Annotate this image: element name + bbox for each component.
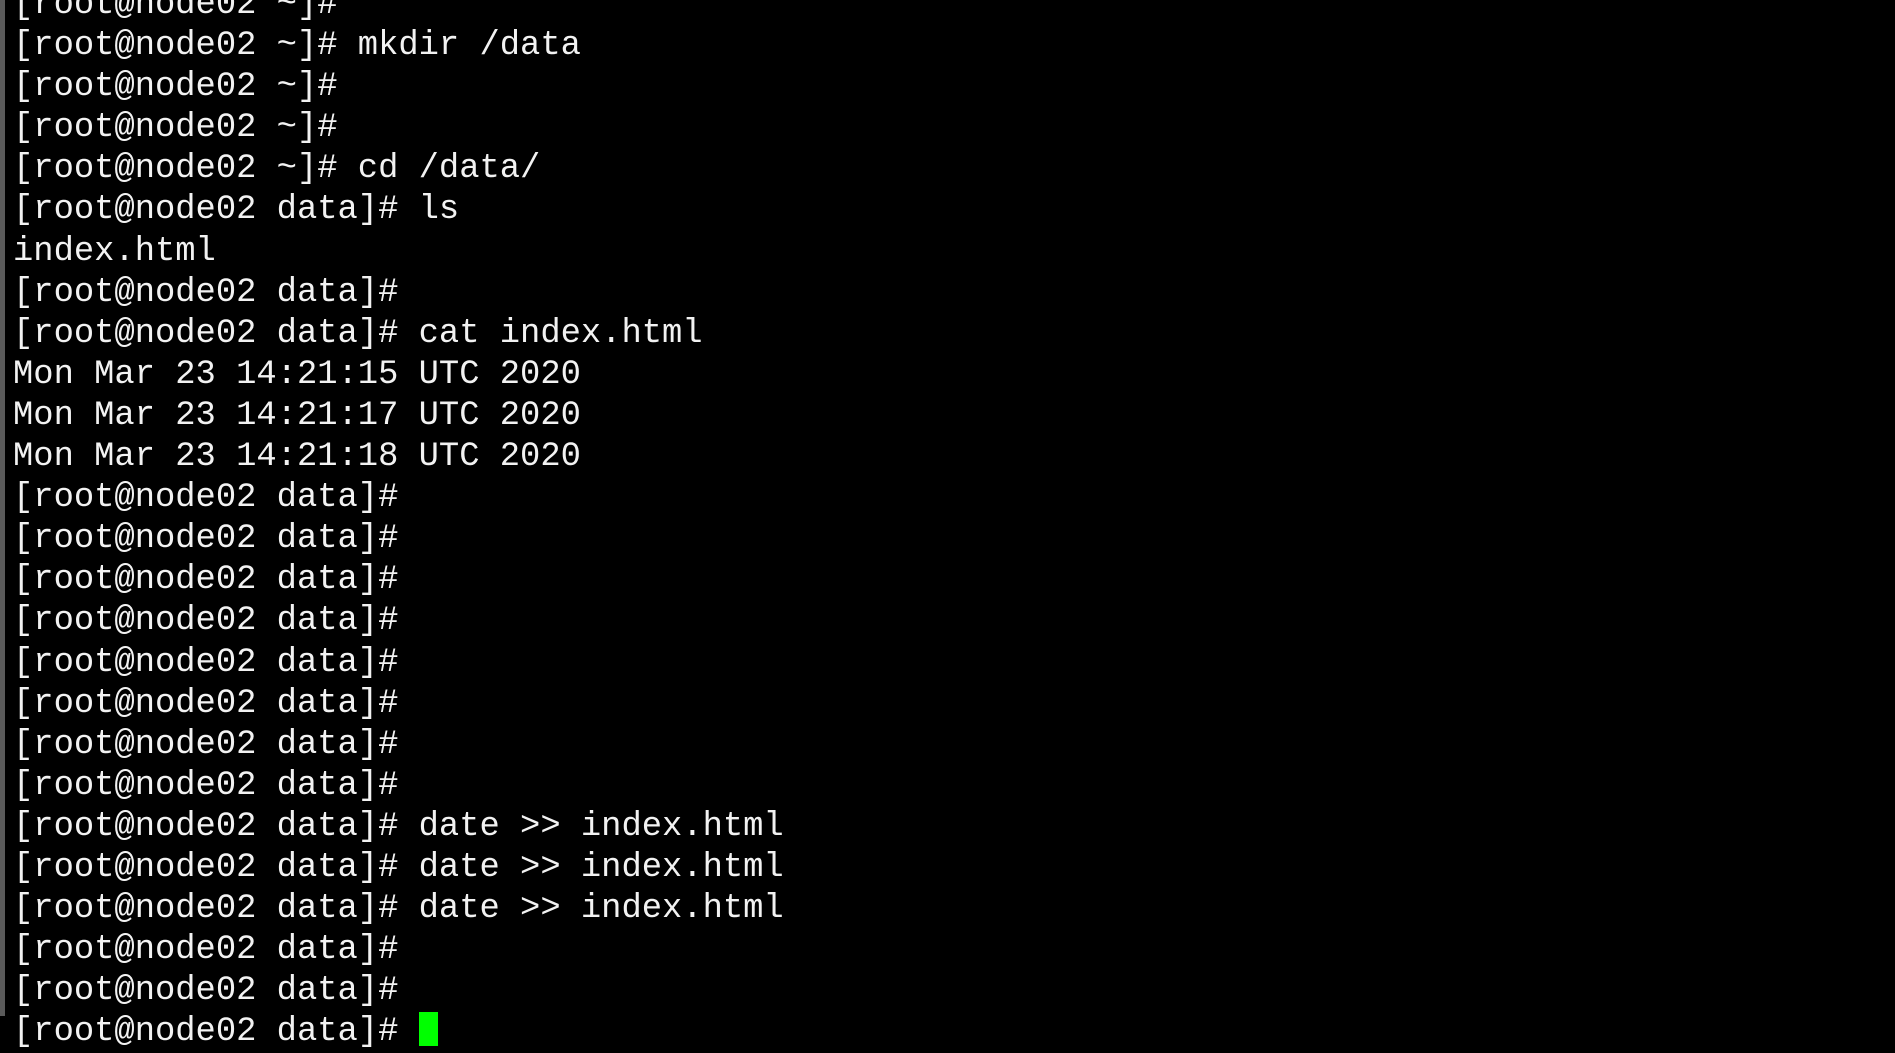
terminal-line: [root@node02 data]# (13, 725, 1895, 766)
terminal-line-text: [root@node02 data]# (13, 561, 399, 600)
terminal-line-text: [root@node02 ~]# cd /data/ (13, 150, 541, 189)
terminal-line: [root@node02 ~]# mkdir /data (13, 26, 1895, 67)
terminal-line-text: [root@node02 ~]# (13, 109, 338, 148)
terminal-line: [root@node02 data]# (13, 643, 1895, 684)
terminal-line-text: [root@node02 data]# (13, 972, 399, 1011)
terminal-line-text: [root@node02 data]# (13, 1013, 419, 1052)
terminal-line: [root@node02 data]# (13, 560, 1895, 601)
terminal-line: [root@node02 data]# (13, 601, 1895, 642)
terminal-line-text: index.html (13, 232, 216, 271)
terminal-line-text: [root@node02 data]# (13, 273, 399, 312)
terminal-line: [root@node02 data]# date >> index.html (13, 807, 1895, 848)
terminal-line: [root@node02 data]# (13, 766, 1895, 807)
terminal-line-text: Mon Mar 23 14:21:17 UTC 2020 (13, 396, 581, 435)
terminal-line-text: [root@node02 data]# ls (13, 191, 460, 230)
terminal-line: [root@node02 ~]# (13, 108, 1895, 149)
terminal-line: Mon Mar 23 14:21:17 UTC 2020 (13, 396, 1895, 437)
terminal-line-text: [root@node02 ~]# (13, 68, 338, 107)
terminal-line: [root@node02 data]# date >> index.html (13, 889, 1895, 930)
terminal-line-text: [root@node02 data]# cat index.html (13, 314, 703, 353)
terminal-line: index.html (13, 232, 1895, 273)
terminal-line: [root@node02 data]# (13, 273, 1895, 314)
terminal-line-text: Mon Mar 23 14:21:15 UTC 2020 (13, 355, 581, 394)
terminal-line-text: [root@node02 data]# date >> index.html (13, 807, 784, 846)
terminal-line: [root@node02 data]# (13, 478, 1895, 519)
terminal-line: [root@node02 data]# cat index.html (13, 314, 1895, 355)
terminal-line: Mon Mar 23 14:21:15 UTC 2020 (13, 355, 1895, 396)
terminal-line-text: [root@node02 data]# (13, 520, 399, 559)
terminal-line: [root@node02 ~]# cd /data/ (13, 149, 1895, 190)
terminal-line: [root@node02 data]# date >> index.html (13, 848, 1895, 889)
window-border (0, 0, 5, 1016)
terminal-line-text: [root@node02 data]# (13, 602, 399, 641)
terminal-line-text: [root@node02 data]# (13, 643, 399, 682)
terminal-line-text: [root@node02 ~]# (13, 0, 338, 24)
terminal-line: [root@node02 ~]# (13, 67, 1895, 108)
terminal-output[interactable]: [root@node02 ~]# [root@node02 ~]# mkdir /… (13, 0, 1895, 1053)
terminal-line-text: [root@node02 data]# (13, 479, 399, 518)
terminal-line-text: [root@node02 data]# (13, 684, 399, 723)
terminal-line: [root@node02 data]# (13, 930, 1895, 971)
terminal-line: [root@node02 data]# (13, 684, 1895, 725)
terminal-line-text: [root@node02 data]# date >> index.html (13, 848, 784, 887)
terminal-line-text: [root@node02 data]# date >> index.html (13, 890, 784, 929)
terminal-line-text: [root@node02 data]# (13, 766, 399, 805)
terminal-line-text: [root@node02 ~]# mkdir /data (13, 27, 581, 66)
terminal-line: [root@node02 data]# (13, 1012, 1895, 1053)
terminal-line: Mon Mar 23 14:21:18 UTC 2020 (13, 437, 1895, 478)
terminal-line: [root@node02 data]# (13, 971, 1895, 1012)
terminal-line-text: Mon Mar 23 14:21:18 UTC 2020 (13, 438, 581, 477)
terminal-line-text: [root@node02 data]# (13, 725, 399, 764)
terminal-line: [root@node02 data]# ls (13, 190, 1895, 231)
terminal-line-text: [root@node02 data]# (13, 931, 399, 970)
terminal-line: [root@node02 ~]# (13, 0, 1895, 26)
terminal-line: [root@node02 data]# (13, 519, 1895, 560)
terminal-cursor (418, 1012, 438, 1047)
